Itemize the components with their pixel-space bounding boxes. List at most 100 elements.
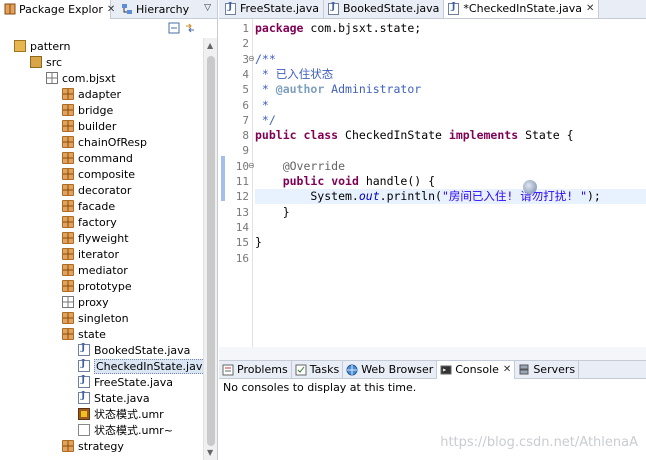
panel-divider[interactable] — [219, 347, 646, 360]
editor-tab[interactable]: BookedState.java — [324, 0, 445, 18]
code-line[interactable]: * @author Administrator — [255, 82, 646, 97]
scroll-up-icon[interactable]: ▲ — [207, 41, 213, 50]
close-icon[interactable]: ✕ — [107, 4, 115, 15]
tree-item[interactable]: iterator — [0, 246, 203, 262]
mouse-cursor-highlight — [523, 180, 537, 194]
code-line[interactable] — [255, 36, 646, 51]
tree-item-label: prototype — [78, 279, 132, 293]
generic-file-icon — [78, 424, 90, 436]
tree-item[interactable]: flyweight — [0, 230, 203, 246]
code-line[interactable] — [255, 143, 646, 158]
tab-label: Hierarchy — [136, 2, 190, 16]
code-line[interactable] — [255, 251, 646, 266]
editor-tab-label: FreeState.java — [240, 2, 320, 15]
package-empty-icon — [46, 72, 58, 84]
vertical-scrollbar[interactable]: ▲ ▼ — [203, 38, 217, 460]
package-tree: pattern src com.bjsxt adapter bridge builder c… — [0, 38, 212, 454]
editor-tab[interactable]: *CheckedInState.java ✕ — [444, 0, 600, 18]
code-token: } — [255, 235, 262, 250]
java-file-icon — [328, 2, 340, 15]
package-icon — [62, 104, 74, 116]
code-editor[interactable]: 1 2 3 ⊖ 4 5 6 7 8 9 10 ⊖ 11 12 13 14 15 16 package com.bj… — [219, 19, 646, 347]
code-line[interactable] — [255, 220, 646, 235]
tree-item[interactable]: proxy — [0, 294, 203, 310]
line-number: 10 — [235, 159, 249, 173]
tree-item-label: CheckedInState.java — [94, 358, 212, 374]
tree-item[interactable]: State.java — [0, 390, 203, 406]
line-number: 4 — [242, 67, 249, 81]
code-line[interactable]: } — [255, 205, 646, 220]
link-with-editor-icon[interactable] — [184, 22, 196, 34]
tree-item[interactable]: composite — [0, 166, 203, 182]
line-number: 9 — [242, 144, 249, 158]
tree-item[interactable]: singleton — [0, 310, 203, 326]
package-icon — [62, 248, 74, 260]
tab-hierarchy[interactable]: Hierarchy — [117, 0, 193, 19]
code-area[interactable]: package com.bjsxt.state; /** * 已入住状态 * @a… — [255, 19, 646, 347]
tree-item[interactable]: 状态模式.umr — [0, 406, 203, 422]
tree-item[interactable]: command — [0, 150, 203, 166]
scroll-down-icon[interactable]: ▼ — [207, 448, 213, 457]
tab-label: Package Explor — [19, 2, 103, 16]
view-menu-icon[interactable]: ▽ — [204, 3, 211, 13]
tab-tasks[interactable]: Tasks — [292, 360, 344, 379]
tab-problems[interactable]: Problems — [219, 360, 292, 379]
tree-item[interactable]: decorator — [0, 182, 203, 198]
collapse-all-icon[interactable] — [168, 22, 180, 34]
code-token: * — [255, 97, 269, 112]
tree-item[interactable]: adapter — [0, 86, 203, 102]
code-line[interactable]: * 已入住状态 — [255, 67, 646, 82]
code-token: * 已入住状态 — [255, 66, 334, 81]
tab-console[interactable]: Console ✕ — [437, 360, 516, 379]
tree-item-label: iterator — [78, 247, 119, 261]
tree-item-label: chainOfResp — [78, 135, 147, 149]
tab-label: Web Browser — [361, 363, 434, 376]
tree-item[interactable]: factory — [0, 214, 203, 230]
code-line[interactable]: */ — [255, 113, 646, 128]
hierarchy-icon — [121, 3, 133, 15]
code-line[interactable]: package com.bjsxt.state; — [255, 21, 646, 36]
code-token: class — [303, 128, 339, 143]
tree-item[interactable]: facade — [0, 198, 203, 214]
tab-servers[interactable]: Servers — [515, 360, 580, 379]
tree-item[interactable]: src — [0, 54, 203, 70]
code-line[interactable]: public void handle() { — [255, 174, 646, 189]
tree-item[interactable]: builder — [0, 118, 203, 134]
tree-item-label: 状态模式.umr~ — [94, 424, 173, 437]
code-line[interactable]: } — [255, 235, 646, 250]
close-icon[interactable]: ✕ — [503, 364, 511, 375]
tree-item[interactable]: state — [0, 326, 203, 342]
line-number: 5 — [242, 83, 249, 97]
fold-toggle-icon[interactable]: ⊖ — [248, 54, 255, 63]
tree-item-label: composite — [78, 167, 136, 181]
tree-item[interactable]: com.bjsxt — [0, 70, 203, 86]
tab-package-explorer[interactable]: Package Explor ✕ — [0, 0, 115, 19]
scrollbar-thumb[interactable] — [207, 56, 215, 446]
tab-label: Tasks — [309, 363, 340, 376]
editor-tab-label: *CheckedInState.java — [463, 2, 582, 15]
code-line[interactable]: @Override — [255, 159, 646, 174]
tree-item[interactable]: mediator — [0, 262, 203, 278]
tree-item[interactable]: strategy — [0, 438, 203, 454]
tree-item[interactable]: 状态模式.umr~ — [0, 422, 203, 438]
tree-item[interactable]: bridge — [0, 102, 203, 118]
tree-item[interactable]: CheckedInState.java — [0, 358, 212, 374]
tree-item[interactable]: BookedState.java — [0, 342, 203, 358]
code-line[interactable]: public class CheckedInState implements S… — [255, 128, 646, 143]
tree-item[interactable]: pattern — [0, 38, 203, 54]
line-number: 3 — [242, 52, 249, 66]
fold-toggle-icon[interactable]: ⊖ — [248, 161, 255, 170]
code-line[interactable]: * — [255, 98, 646, 113]
tree-item-label: strategy — [78, 439, 124, 453]
close-icon[interactable]: ✕ — [586, 3, 594, 14]
tree-item-label: factory — [78, 215, 117, 229]
servers-icon — [518, 364, 530, 376]
code-line[interactable]: System.out.println("房间已入住! 请勿打扰! "); — [255, 189, 646, 205]
code-line[interactable]: /** — [255, 52, 646, 67]
tree-item[interactable]: prototype — [0, 278, 203, 294]
tree-item[interactable]: chainOfResp — [0, 134, 203, 150]
tree-item[interactable]: FreeState.java — [0, 374, 203, 390]
tab-web-browser[interactable]: Web Browser — [343, 360, 438, 379]
editor-tab[interactable]: FreeState.java — [219, 0, 325, 18]
